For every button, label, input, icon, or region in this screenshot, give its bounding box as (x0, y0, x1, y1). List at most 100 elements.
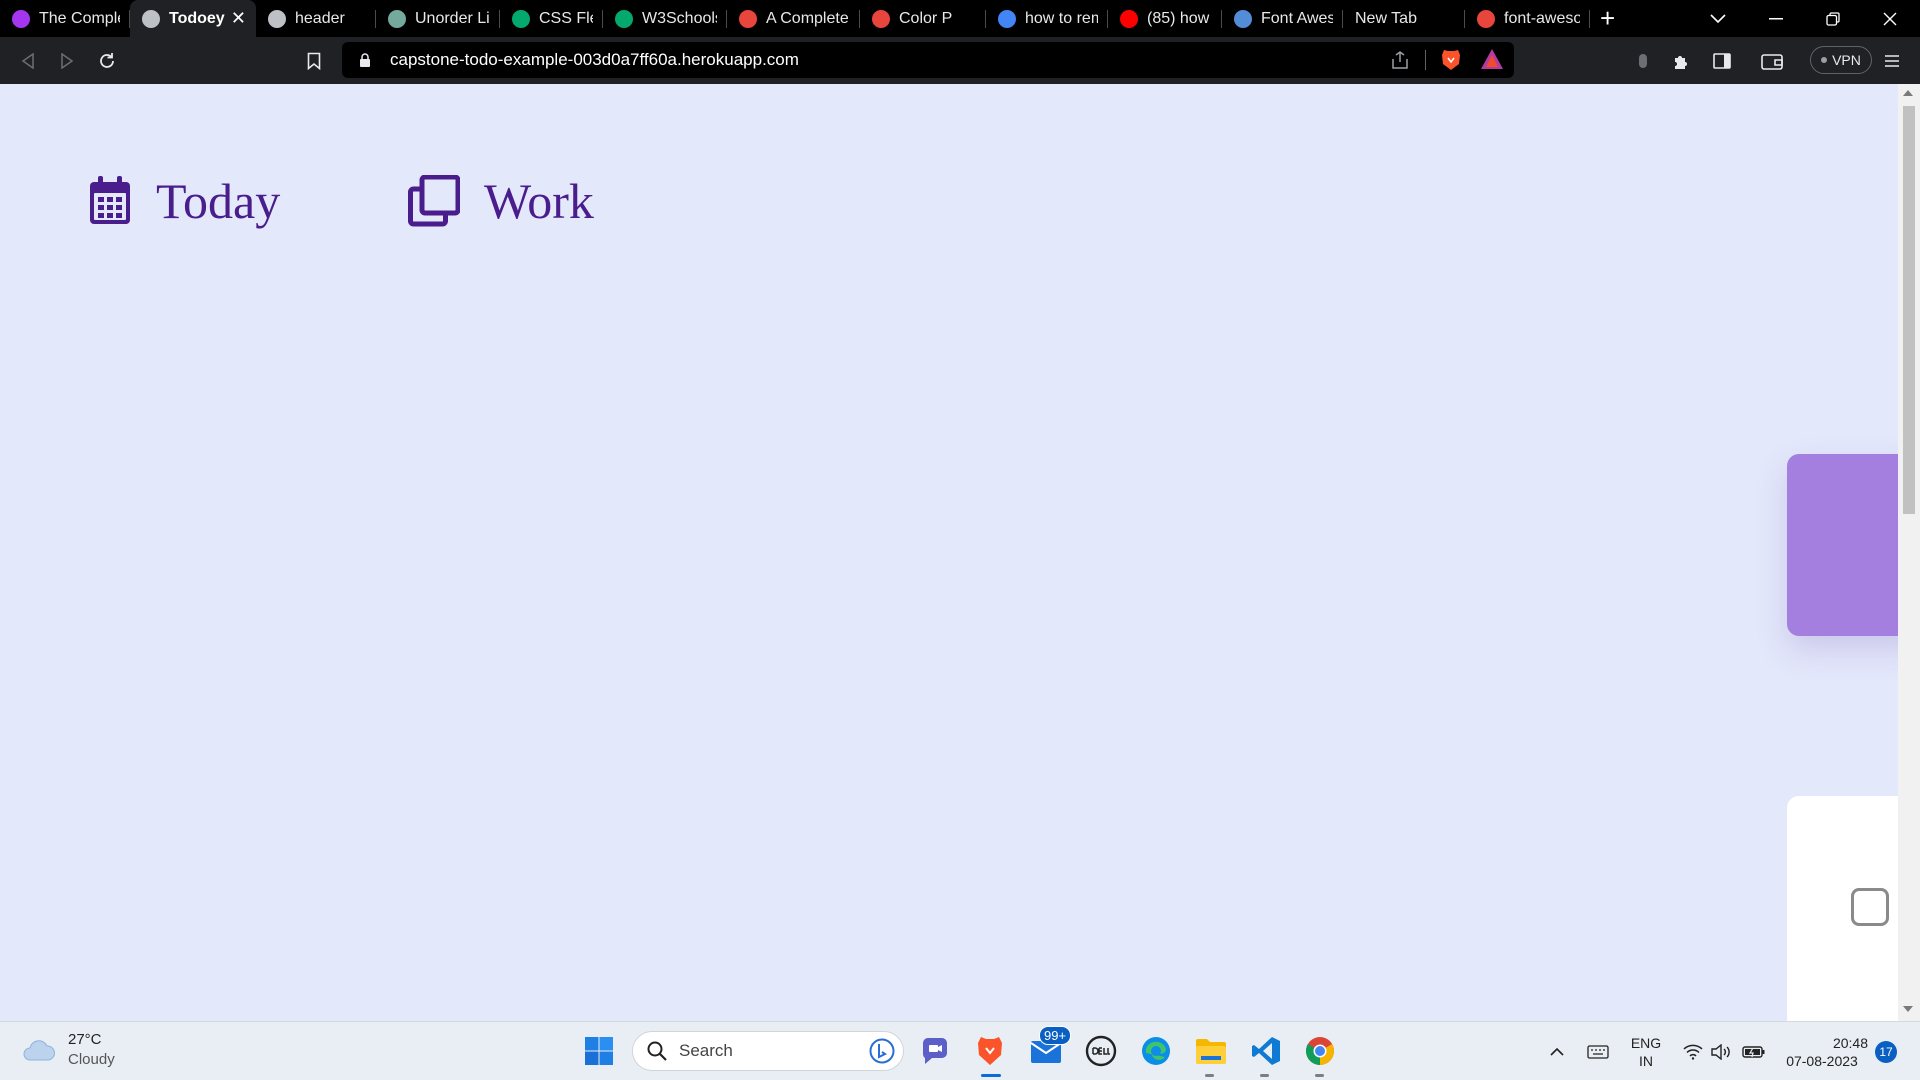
brave-rewards-button[interactable] (1480, 48, 1504, 75)
browser-tab[interactable]: Font Aweso (1222, 0, 1343, 37)
close-window-button[interactable] (1862, 0, 1918, 37)
browser-tab[interactable]: (85) how to (1108, 0, 1222, 37)
wallet-button[interactable] (1758, 47, 1786, 75)
browser-menu-button[interactable] (1878, 47, 1906, 75)
language-region: IN (1639, 1052, 1653, 1069)
new-tab-button[interactable]: + (1600, 4, 1615, 32)
sidebar-button[interactable] (1708, 47, 1736, 75)
battery-status[interactable] (1740, 1022, 1768, 1080)
clock-date: 07-08-2023 (1786, 1052, 1858, 1069)
page-scrollbar[interactable] (1898, 84, 1920, 1021)
browser-tab[interactable]: font-aweso (1465, 0, 1590, 37)
color-picker-icon (872, 9, 890, 28)
system-clock[interactable]: 20:48 07-08-2023 (1776, 1022, 1868, 1080)
wifi-status[interactable] (1680, 1022, 1706, 1080)
nav-link-today-label: Today (156, 173, 281, 229)
lock-icon (360, 53, 370, 67)
address-bar[interactable]: capstone-todo-example-003d0a7ff60a.herok… (342, 42, 1514, 78)
scroll-down-arrow[interactable] (1903, 1006, 1913, 1012)
back-arrow-icon (21, 53, 34, 69)
weather-widget[interactable]: 27°C Cloudy (22, 1030, 115, 1070)
extension-mic-button[interactable] (1629, 47, 1657, 75)
browser-tab-title: header (295, 9, 345, 27)
reload-icon (100, 53, 114, 68)
browser-tab-title: Todoey (169, 9, 225, 27)
browser-tab-strip: The Comple Todoey ✕ header Unorder Lis CSS Fl… (0, 0, 1920, 37)
tab-separator (1589, 10, 1590, 28)
puzzle-icon (1675, 56, 1687, 69)
language-switcher[interactable]: ENG IN (1622, 1022, 1670, 1080)
browser-tab-title: CSS Flexbo (539, 9, 593, 27)
taskbar-edge[interactable] (1139, 1034, 1173, 1068)
back-button[interactable] (14, 47, 42, 75)
todo-page: Today Work (0, 84, 1898, 1021)
taskbar-brave[interactable] (973, 1034, 1007, 1068)
minimize-button[interactable] (1748, 0, 1804, 37)
todo-checkbox[interactable] (1851, 888, 1889, 926)
browser-tab[interactable]: Color P (860, 0, 986, 37)
sidebar-icon (1713, 53, 1731, 69)
taskbar-mail[interactable]: 99+ (1029, 1026, 1072, 1068)
start-button[interactable] (582, 1034, 616, 1068)
browser-tab-title: Color P (899, 9, 953, 27)
code-icon (1477, 9, 1495, 28)
browser-tab[interactable]: W3Schools (603, 0, 727, 37)
scroll-up-arrow[interactable] (1903, 90, 1913, 96)
w3schools-icon (615, 9, 633, 28)
browser-tab-title: (85) how to (1147, 9, 1212, 27)
hamburger-menu-icon (1885, 55, 1899, 67)
volume-status[interactable] (1709, 1022, 1735, 1080)
extensions-button[interactable] (1668, 47, 1696, 75)
browser-tab[interactable]: how to rem (986, 0, 1108, 37)
nav-link-today[interactable]: Today (88, 172, 280, 230)
taskbar-file-explorer[interactable] (1194, 1034, 1228, 1068)
vpn-button[interactable]: VPN (1810, 46, 1872, 74)
notification-center-button[interactable]: 17 (1872, 1022, 1900, 1080)
wallet-icon (1761, 54, 1783, 70)
browser-tab[interactable]: Unorder Lis (376, 0, 500, 37)
taskbar-search-placeholder: Search (679, 1041, 733, 1060)
mail-badge: 99+ (1039, 1026, 1072, 1045)
show-hidden-icons-button[interactable] (1544, 1022, 1570, 1080)
browser-tab[interactable]: CSS Flexbo (500, 0, 603, 37)
browser-tab-title: New Tab (1355, 9, 1417, 27)
browser-tab[interactable]: header (256, 0, 376, 37)
vscode-running-indicator (1260, 1074, 1269, 1077)
address-url: capstone-todo-example-003d0a7ff60a.herok… (390, 50, 799, 69)
browser-tab[interactable]: New Tab (1343, 0, 1465, 37)
bookmark-button[interactable] (300, 47, 328, 75)
browser-tab-title: font-aweso (1504, 9, 1580, 27)
search-icon (647, 1041, 667, 1061)
close-tab-icon[interactable]: ✕ (231, 8, 246, 29)
chrome-running-indicator (1315, 1074, 1324, 1077)
browser-tab[interactable]: Todoey ✕ (130, 0, 256, 37)
nav-link-work[interactable]: Work (408, 172, 594, 230)
share-button[interactable] (1390, 50, 1410, 75)
dell-logo-icon (1085, 1035, 1117, 1067)
close-icon (1883, 12, 1897, 25)
browser-tab[interactable]: A Complete (727, 0, 860, 37)
browser-tab-title: how to rem (1025, 9, 1098, 27)
weather-temperature: 27°C (68, 1031, 102, 1048)
battery-charging-icon (1742, 1045, 1765, 1058)
brave-browser-icon (978, 1037, 1002, 1065)
taskbar-chrome[interactable] (1303, 1034, 1337, 1068)
scrollbar-thumb[interactable] (1903, 106, 1915, 514)
brave-shields-button[interactable] (1440, 48, 1462, 77)
touch-keyboard-button[interactable] (1584, 1022, 1612, 1080)
explorer-running-indicator (1205, 1074, 1214, 1077)
taskbar-dell[interactable] (1084, 1034, 1118, 1068)
forward-button[interactable] (53, 47, 81, 75)
youtube-icon (1120, 9, 1138, 28)
tab-search-button[interactable] (1690, 0, 1746, 37)
taskbar-teams-chat[interactable] (918, 1034, 952, 1068)
reload-button[interactable] (93, 47, 121, 75)
edge-browser-icon (1142, 1037, 1170, 1065)
udemy-icon (12, 9, 30, 28)
browser-tab[interactable]: The Comple (0, 0, 130, 37)
browser-tab-title: The Comple (39, 9, 120, 27)
taskbar-search[interactable]: Search (632, 1031, 904, 1071)
taskbar-vscode[interactable] (1249, 1034, 1283, 1068)
restore-button[interactable] (1805, 0, 1861, 37)
speaker-icon (1711, 1043, 1730, 1060)
